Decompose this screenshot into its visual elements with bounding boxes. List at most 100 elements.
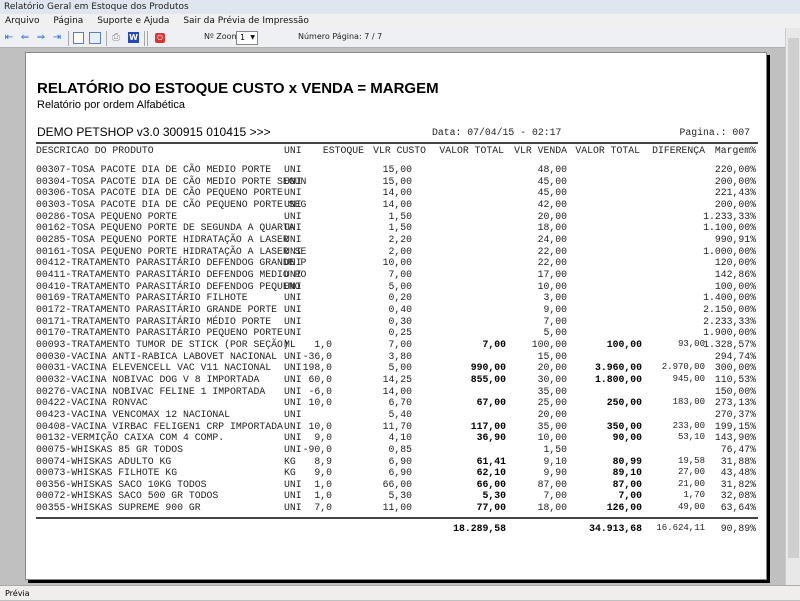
col-valor-total-custo-cell: 7,00 xyxy=(482,338,506,350)
col-uni-cell: UNI xyxy=(284,362,302,374)
col-valor-total-venda-cell: 250,00 xyxy=(606,397,642,409)
col-margem-cell: 43,48% xyxy=(720,467,756,479)
total-margem: 90,89% xyxy=(720,523,756,534)
col-descricao-cell: 00285-TOSA PEQUENO PORTE HIDRATAÇÃO A LA… xyxy=(36,233,289,245)
col-uni-cell: UNI xyxy=(284,222,302,234)
col-descricao-cell: 00032-VACINA NOBIVAC DOG V 8 IMPORTADA xyxy=(36,373,260,385)
col-vlr-custo-cell: 2,20 xyxy=(388,233,412,245)
col-diferenca-cell: 49,00 xyxy=(677,502,705,513)
col-margem-cell: 142,86% xyxy=(714,268,756,280)
col-vlr-venda-cell: 17,00 xyxy=(537,268,567,280)
col-valor-total-venda-cell: 90,00 xyxy=(612,432,642,444)
col-estoque-cell: -6,0 xyxy=(308,385,332,397)
col-diferenca-cell: 27,00 xyxy=(677,467,705,478)
col-vlr-custo-cell: 7,00 xyxy=(388,268,412,280)
col-vlr-custo-cell: 11,70 xyxy=(382,420,412,432)
col-descricao-cell: 00072-WHISKAS SACO 500 GR TODOS xyxy=(36,490,219,502)
two-pages-icon[interactable] xyxy=(89,32,101,44)
last-page-icon[interactable]: ⇥ xyxy=(51,31,63,45)
col-vlr-venda-cell: 3,00 xyxy=(543,292,567,304)
col-vlr-custo-cell: 7,00 xyxy=(388,338,412,350)
col-uni-cell: UNI xyxy=(284,502,302,514)
zoom-label: Nº Zoom xyxy=(204,32,240,41)
col-uni-cell: UNI xyxy=(284,408,302,420)
menu-arquivo[interactable]: Arquivo xyxy=(5,16,39,26)
col-margem-cell: 63,64% xyxy=(720,502,756,514)
menu-pagina[interactable]: Página xyxy=(53,16,83,26)
col-uni-cell: UNI xyxy=(284,245,302,257)
divider xyxy=(36,517,758,519)
report-page: RELATÓRIO DO ESTOQUE CUSTO x VENDA = MAR… xyxy=(25,52,767,580)
single-page-icon[interactable] xyxy=(73,32,84,44)
col-margem-cell: 300,00% xyxy=(714,362,756,374)
col-estoque-cell: 1,0 xyxy=(314,338,332,350)
company-name: DEMO PETSHOP v3.0 300915 010415 >>> xyxy=(37,125,271,139)
menu-sair-previa[interactable]: Sair da Prévia de Impressão xyxy=(183,16,309,26)
zoom-select[interactable]: 1 ▼ xyxy=(236,31,258,45)
word-export-icon[interactable]: W xyxy=(128,32,139,43)
col-vlr-custo-cell: 4,10 xyxy=(388,432,412,444)
close-preview-icon[interactable]: ⏻ xyxy=(155,33,165,43)
col-vlr-custo-cell: 3,80 xyxy=(388,350,412,362)
col-vlr-custo-cell: 0,40 xyxy=(388,303,412,315)
col-vlr-custo-cell: 0,85 xyxy=(388,443,412,455)
col-vlr-venda-cell: 87,00 xyxy=(537,478,567,490)
col-margem-cell: 1.400,00% xyxy=(703,292,756,304)
col-vlr-venda-cell: 7,00 xyxy=(543,490,567,502)
col-valor-total-custo-cell: 36,90 xyxy=(476,432,506,444)
col-valor-total-custo-cell: 5,30 xyxy=(482,490,506,502)
col-margem-cell: 1.328,57% xyxy=(703,338,756,350)
col-uni-cell: UNI xyxy=(284,420,302,432)
chevron-down-icon: ▼ xyxy=(250,34,255,41)
col-vlr-custo-header: VLR CUSTO xyxy=(373,145,426,156)
total-diferenca: 16.624,11 xyxy=(656,523,705,533)
col-vlr-venda-cell: 25,00 xyxy=(537,397,567,409)
col-diferenca-cell: 93,00 xyxy=(677,338,705,349)
print-icon[interactable]: ⎙ xyxy=(110,31,122,45)
col-descricao-cell: 00286-TOSA PEQUENO PORTE xyxy=(36,210,178,222)
col-descricao-cell: 00171-TRATAMENTO PARASITÁRIO MÉDIO PORTE xyxy=(36,315,272,327)
col-margem-cell: 110,53% xyxy=(714,373,756,385)
col-descricao-cell: 00073-WHISKAS FILHOTE KG xyxy=(36,467,178,479)
report-title: RELATÓRIO DO ESTOQUE CUSTO x VENDA = MAR… xyxy=(37,80,439,97)
col-vlr-custo-cell: 10,00 xyxy=(382,257,412,269)
col-estoque-cell: 8,9 xyxy=(314,455,332,467)
col-margem-header: Margem% xyxy=(714,145,756,156)
first-page-icon[interactable]: ⇤ xyxy=(3,31,15,45)
col-vlr-custo-cell: 6,90 xyxy=(388,467,412,479)
col-estoque-cell: 7,0 xyxy=(314,502,332,514)
next-page-icon[interactable]: ⇒ xyxy=(35,31,47,45)
col-descricao-cell: 00411-TRATAMENTO PARASITÁRIO DEFENDOG ME… xyxy=(36,268,307,280)
vertical-scrollbar[interactable] xyxy=(785,28,800,585)
menu-bar: Arquivo Página Suporte e Ajuda Sair da P… xyxy=(0,14,800,28)
col-vlr-venda-cell: 7,00 xyxy=(543,315,567,327)
toolbar: ⇤ ⇐ ⇒ ⇥ ⎙ W ⏻ Nº Zoom 1 ▼ Número Página: … xyxy=(0,28,800,48)
col-diferenca-cell: 183,00 xyxy=(672,397,705,408)
col-valor-total-venda-cell: 350,00 xyxy=(606,420,642,432)
col-margem-cell: 200,00% xyxy=(714,175,756,187)
col-margem-cell: 143,90% xyxy=(714,432,756,444)
col-valor-total-venda-cell: 126,00 xyxy=(606,502,642,514)
col-diferenca-cell: 2.970,00 xyxy=(661,362,705,373)
col-margem-cell: 1.900,00% xyxy=(703,327,756,339)
col-vlr-venda-cell: 9,00 xyxy=(543,303,567,315)
report-date: Data: 07/04/15 - 02:17 xyxy=(432,127,562,138)
col-uni-cell: UNI xyxy=(284,292,302,304)
col-descricao-cell: 00132-VERMIÇÃO CAIXA COM 4 COMP. xyxy=(36,432,225,444)
col-diferenca-cell: 19,58 xyxy=(677,455,705,466)
col-vlr-venda-cell: 10,00 xyxy=(537,432,567,444)
col-descricao-cell: 00030-VACINA ANTI-RABICA LABOVET NACIONA… xyxy=(36,350,278,362)
col-vlr-custo-cell: 15,00 xyxy=(382,164,412,175)
report-subtitle: Relatório por ordem Alfabética xyxy=(37,99,185,111)
menu-suporte[interactable]: Suporte e Ajuda xyxy=(97,16,169,26)
col-vlr-venda-cell: 15,00 xyxy=(537,350,567,362)
col-margem-cell: 273,13% xyxy=(714,397,756,409)
col-valor-total-custo-header: VALOR TOTAL xyxy=(439,145,504,156)
previous-page-icon[interactable]: ⇐ xyxy=(19,31,31,45)
col-vlr-venda-cell: 10,00 xyxy=(537,280,567,292)
col-margem-cell: 221,43% xyxy=(714,187,756,199)
col-vlr-venda-cell: 35,00 xyxy=(537,385,567,397)
scrollbar-thumb[interactable] xyxy=(788,38,799,558)
col-valor-total-custo-cell: 66,00 xyxy=(476,478,506,490)
col-vlr-venda-header: VLR VENDA xyxy=(514,145,567,156)
